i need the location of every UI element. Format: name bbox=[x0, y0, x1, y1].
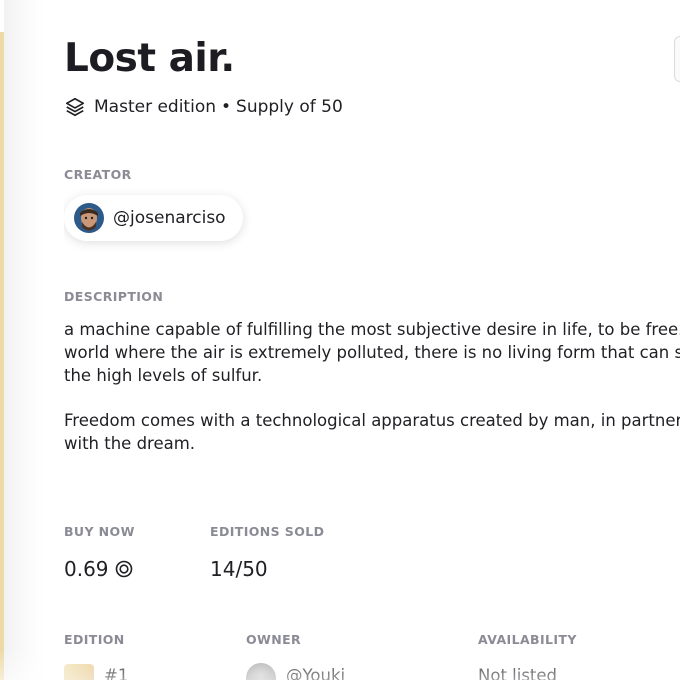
description-label: DESCRIPTION bbox=[64, 289, 164, 304]
edition-info: Master edition • Supply of 50 bbox=[64, 96, 343, 118]
edition-separator: • bbox=[221, 97, 232, 117]
layers-icon bbox=[65, 97, 85, 117]
creator-label: CREATOR bbox=[64, 167, 132, 182]
availability-status: Not listed bbox=[478, 666, 558, 680]
creator-username: @josenarciso bbox=[113, 208, 226, 228]
column-owner: OWNER bbox=[246, 632, 302, 647]
creator-avatar bbox=[74, 203, 104, 233]
edition-thumbnail bbox=[64, 664, 94, 680]
buy-now-price[interactable]: 0.69 bbox=[64, 557, 133, 581]
description-line-5: with the dream. bbox=[64, 434, 196, 453]
page-title: Lost air. bbox=[64, 36, 235, 81]
edition-number[interactable]: #1 bbox=[104, 666, 128, 680]
buy-now-label: BUY NOW bbox=[64, 524, 135, 539]
creator-chip[interactable]: @josenarciso bbox=[64, 195, 243, 241]
owner-username[interactable]: @Youki bbox=[286, 666, 345, 680]
editions-sold-label: EDITIONS SOLD bbox=[210, 524, 325, 539]
artwork-shadow bbox=[4, 0, 44, 680]
buy-now-value: 0.69 bbox=[64, 557, 109, 581]
column-edition: EDITION bbox=[64, 632, 125, 647]
token-details-panel: Lost air. Master edition • Supply of 50 … bbox=[64, 0, 680, 680]
description-line-4: Freedom comes with a technological appar… bbox=[64, 411, 680, 430]
description-line-3: the high levels of sulfur. bbox=[64, 366, 263, 385]
editions-sold-value: 14/50 bbox=[210, 557, 268, 581]
description-line-2: world where the air is extremely pollute… bbox=[64, 343, 680, 362]
tezos-circle-icon bbox=[115, 560, 132, 578]
description-line-1: a machine capable of fulfilling the most… bbox=[64, 320, 680, 339]
column-availability: AVAILABILITY bbox=[478, 632, 577, 647]
edition-type: Master edition bbox=[94, 97, 216, 117]
edition-supply: Supply of 50 bbox=[236, 97, 343, 117]
owner-avatar bbox=[246, 663, 276, 680]
